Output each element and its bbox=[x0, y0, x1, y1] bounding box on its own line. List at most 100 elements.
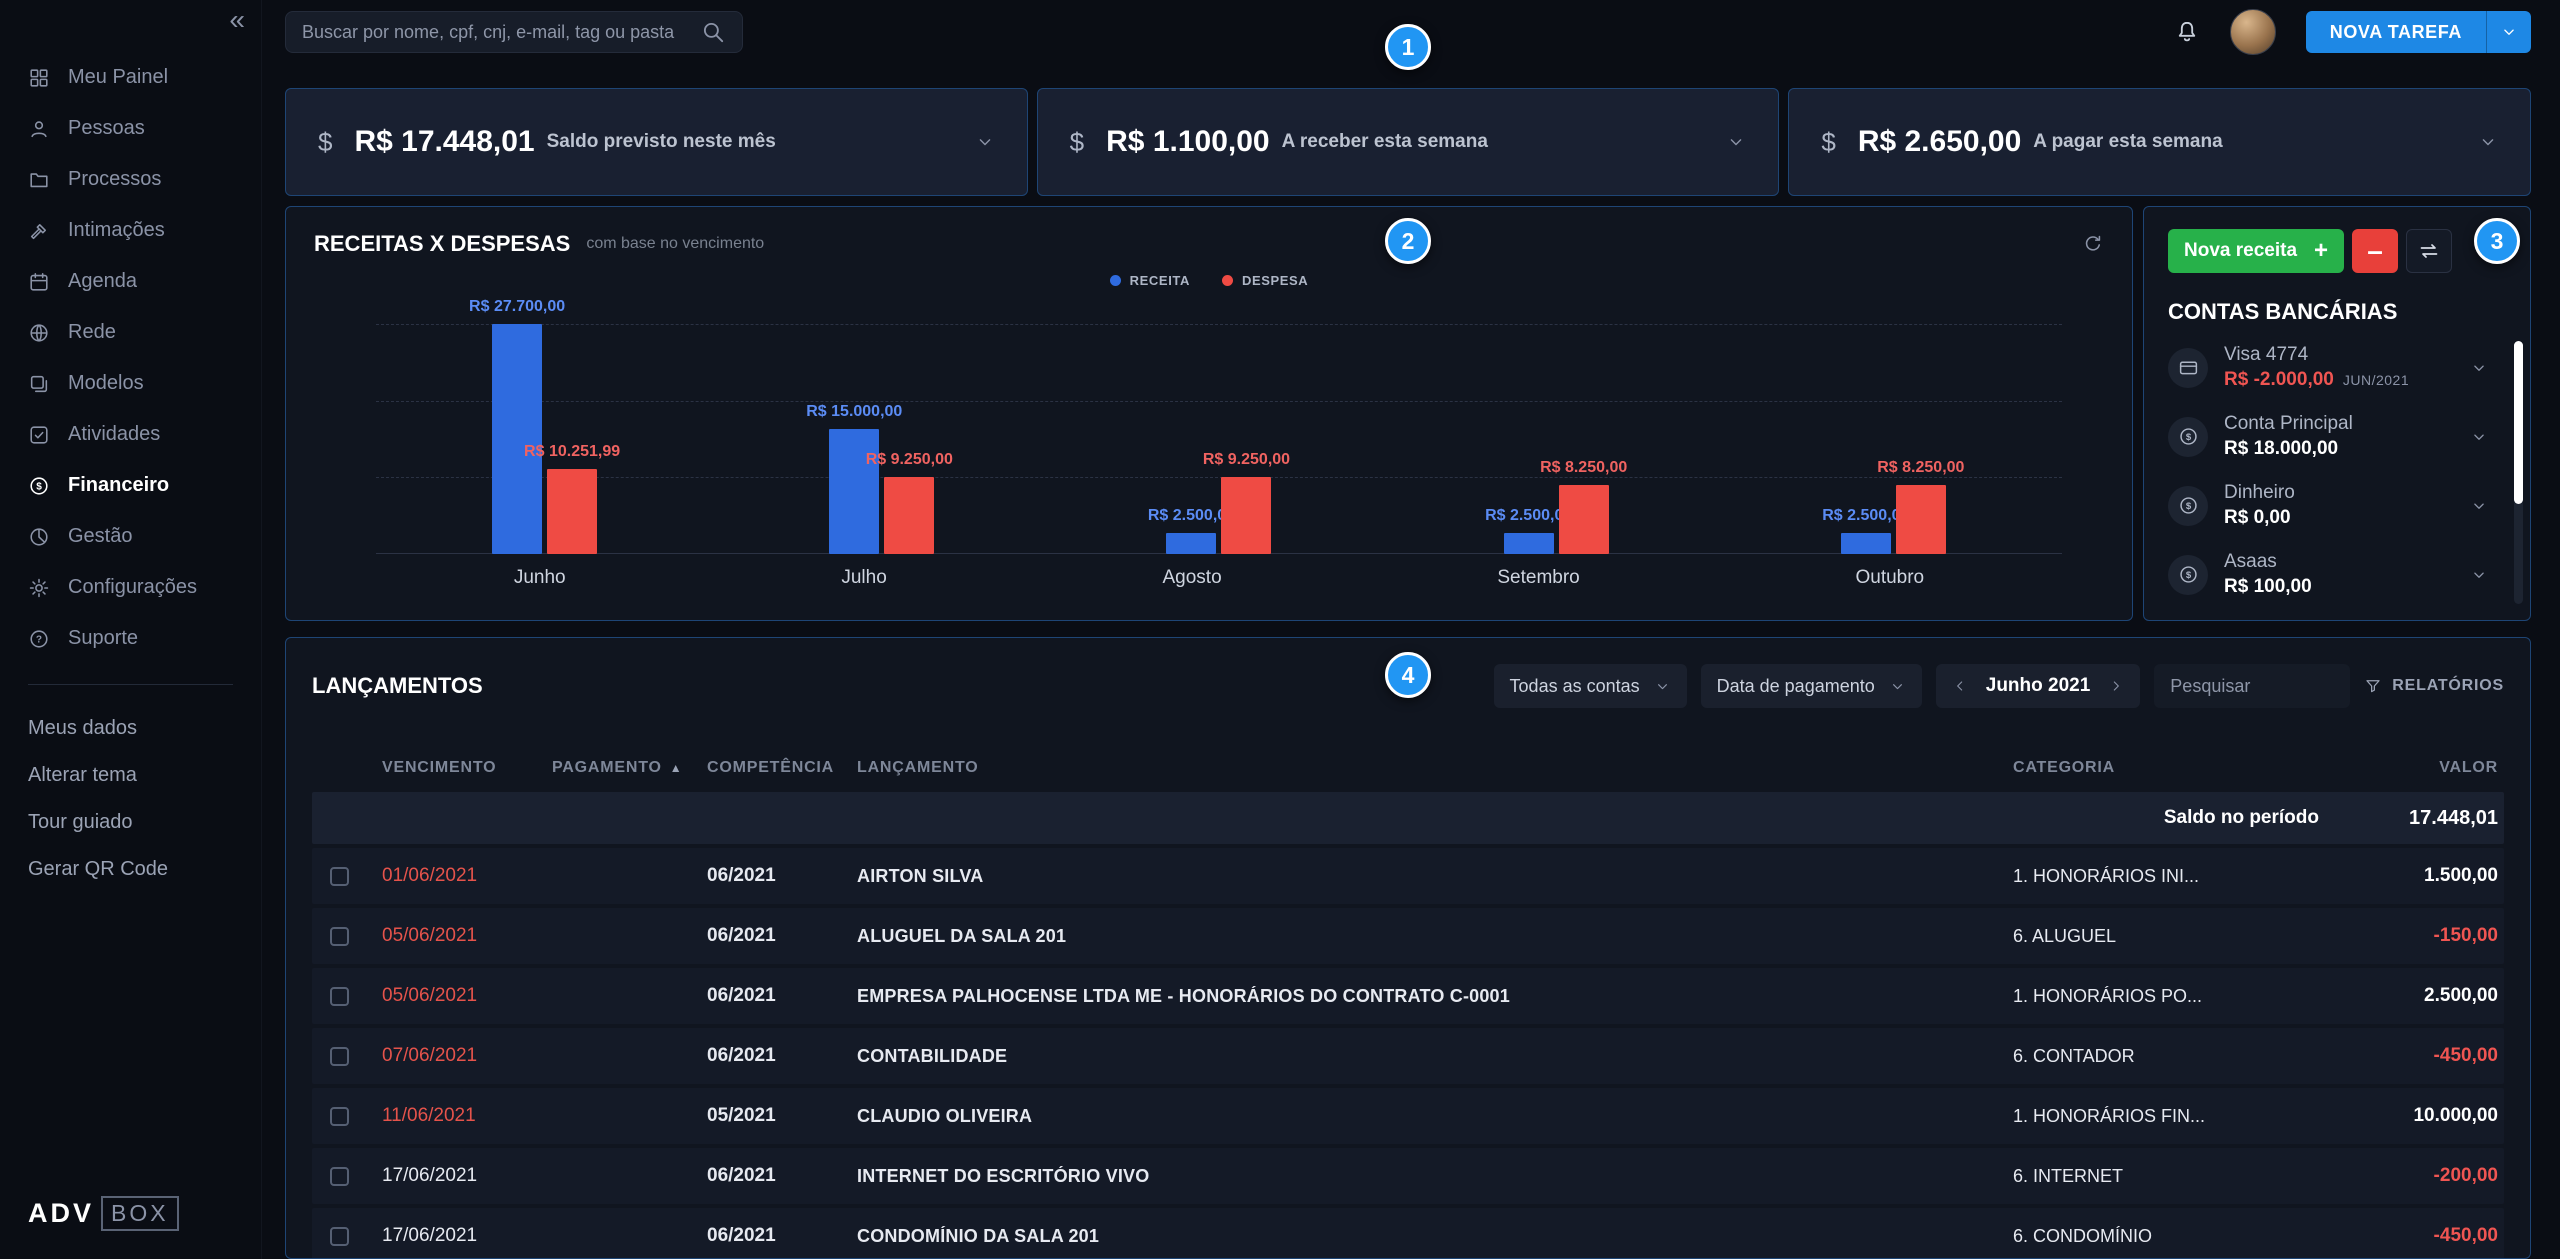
row-checkbox[interactable] bbox=[330, 867, 349, 886]
sidebar-item-gestao[interactable]: Gestão bbox=[0, 511, 261, 562]
receita-bar[interactable]: R$ 2.500,00 bbox=[1841, 533, 1891, 554]
prev-month-button[interactable] bbox=[1952, 678, 1968, 694]
sidebar-item-label: Financeiro bbox=[68, 474, 169, 497]
chevleft-icon bbox=[1952, 678, 1968, 694]
despesa-bar[interactable]: R$ 8.250,00 bbox=[1559, 485, 1609, 554]
account-row-1[interactable]: $ Conta Principal R$ 18.000,00 bbox=[2168, 402, 2506, 471]
legend-dot bbox=[1222, 275, 1233, 286]
sidebar-link-alterar-tema[interactable]: Alterar tema bbox=[0, 752, 261, 799]
transaction-row-4[interactable]: 11/06/2021 05/2021 CLAUDIO OLIVEIRA 1. H… bbox=[312, 1088, 2504, 1144]
sidebar-item-suporte[interactable]: ? Suporte bbox=[0, 613, 261, 664]
chevdown-icon bbox=[1654, 678, 1671, 695]
sidebar-item-agenda[interactable]: Agenda bbox=[0, 256, 261, 307]
account-row-2[interactable]: $ Dinheiro R$ 0,00 bbox=[2168, 471, 2506, 540]
receita-bar[interactable]: R$ 2.500,00 bbox=[1504, 533, 1554, 554]
column-header-0[interactable]: VENCIMENTO bbox=[382, 759, 552, 777]
column-header-4[interactable]: CATEGORIA bbox=[2013, 759, 2323, 777]
despesa-bar[interactable]: R$ 9.250,00 bbox=[884, 477, 934, 554]
entry-description: EMPRESA PALHOCENSE LTDA ME - HONORÁRIOS … bbox=[857, 986, 2013, 1007]
user-avatar[interactable] bbox=[2230, 9, 2276, 55]
bank-accounts-card: Nova receita + – CONTAS BANCÁRIAS Visa 4… bbox=[2143, 206, 2531, 621]
new-task-button[interactable]: NOVA TAREFA bbox=[2306, 11, 2531, 53]
account-name: Visa 4774 bbox=[2224, 344, 2454, 366]
sidebar-item-modelos[interactable]: Modelos bbox=[0, 358, 261, 409]
account-info: Asaas R$ 100,00 bbox=[2224, 551, 2454, 598]
row-checkbox[interactable] bbox=[330, 1167, 349, 1186]
due-date: 05/06/2021 bbox=[382, 985, 552, 1007]
sidebar-item-meu-painel[interactable]: Meu Painel bbox=[0, 52, 261, 103]
column-header-1[interactable]: PAGAMENTO▲ bbox=[552, 759, 707, 777]
despesa-bar[interactable]: R$ 10.251,99 bbox=[547, 469, 597, 554]
new-income-button[interactable]: Nova receita + bbox=[2168, 229, 2344, 273]
transfer-button[interactable] bbox=[2406, 229, 2452, 273]
transaction-row-1[interactable]: 05/06/2021 06/2021 ALUGUEL DA SALA 201 6… bbox=[312, 908, 2504, 964]
reports-button[interactable]: RELATÓRIOS bbox=[2364, 677, 2504, 695]
transaction-row-0[interactable]: 01/06/2021 06/2021 AIRTON SILVA 1. HONOR… bbox=[312, 848, 2504, 904]
sidebar-link-gerar-qr-code[interactable]: Gerar QR Code bbox=[0, 846, 261, 893]
sidebar-item-rede[interactable]: Rede bbox=[0, 307, 261, 358]
row-checkbox[interactable] bbox=[330, 1227, 349, 1246]
receita-bar[interactable]: R$ 15.000,00 bbox=[829, 429, 879, 554]
new-task-dropdown[interactable] bbox=[2487, 23, 2531, 41]
global-search[interactable] bbox=[285, 11, 743, 53]
notifications-bell[interactable] bbox=[2174, 19, 2200, 45]
sidebar-item-intimacoes[interactable]: Intimações bbox=[0, 205, 261, 256]
chevdown-icon bbox=[2470, 359, 2488, 377]
column-header-5[interactable]: VALOR bbox=[2323, 759, 2498, 777]
despesa-bar[interactable]: R$ 9.250,00 bbox=[1221, 477, 1271, 554]
accounts-filter-value: Todas as contas bbox=[1510, 676, 1640, 697]
transaction-row-3[interactable]: 07/06/2021 06/2021 CONTABILIDADE 6. CONT… bbox=[312, 1028, 2504, 1084]
transactions-header: VENCIMENTO PAGAMENTO▲ COMPETÊNCIA LANÇAM… bbox=[312, 744, 2504, 792]
collapse-sidebar-icon[interactable]: « bbox=[229, 4, 245, 36]
sort-asc-icon: ▲ bbox=[670, 761, 683, 775]
sidebar-item-processos[interactable]: Processos bbox=[0, 154, 261, 205]
account-row-3[interactable]: $ Asaas R$ 100,00 bbox=[2168, 540, 2506, 609]
question-icon: ? bbox=[28, 628, 50, 650]
transaction-row-2[interactable]: 05/06/2021 06/2021 EMPRESA PALHOCENSE LT… bbox=[312, 968, 2504, 1024]
date-filter-select[interactable]: Data de pagamento bbox=[1701, 664, 1922, 708]
sidebar-link-tour-guiado[interactable]: Tour guiado bbox=[0, 799, 261, 846]
legend-despesa[interactable]: DESPESA bbox=[1222, 273, 1308, 288]
summary-card-3[interactable]: $ R$ 2.650,00 A pagar esta semana bbox=[1788, 88, 2531, 196]
revenue-expense-chart-card: RECEITAS X DESPESAS com base no vencimen… bbox=[285, 206, 2133, 621]
dollar-sign-icon: $ bbox=[318, 127, 332, 158]
summary-card-1[interactable]: $ R$ 17.448,01 Saldo previsto neste mês bbox=[285, 88, 1028, 196]
globe-icon bbox=[28, 322, 50, 344]
dollar-icon: $ bbox=[2178, 564, 2199, 585]
row-checkbox[interactable] bbox=[330, 927, 349, 946]
column-header-3[interactable]: LANÇAMENTO bbox=[857, 759, 2013, 777]
transaction-row-6[interactable]: 17/06/2021 06/2021 CONDOMÍNIO DA SALA 20… bbox=[312, 1208, 2504, 1259]
advbox-logo: ADV BOX bbox=[28, 1196, 179, 1231]
row-checkbox[interactable] bbox=[330, 987, 349, 1006]
column-header-2[interactable]: COMPETÊNCIA bbox=[707, 759, 857, 777]
summary-card-2[interactable]: $ R$ 1.100,00 A receber esta semana bbox=[1037, 88, 1780, 196]
despesa-bar[interactable]: R$ 8.250,00 bbox=[1896, 485, 1946, 554]
transaction-row-5[interactable]: 17/06/2021 06/2021 INTERNET DO ESCRITÓRI… bbox=[312, 1148, 2504, 1204]
account-row-0[interactable]: Visa 4774 R$ -2.000,00 JUN/2021 bbox=[2168, 333, 2506, 402]
competence: 05/2021 bbox=[707, 1105, 857, 1127]
receita-bar[interactable]: R$ 2.500,00 bbox=[1166, 533, 1216, 554]
sidebar-item-atividades[interactable]: Atividades bbox=[0, 409, 261, 460]
entry-description: CLAUDIO OLIVEIRA bbox=[857, 1106, 2013, 1127]
row-checkbox[interactable] bbox=[330, 1047, 349, 1066]
legend-receita[interactable]: RECEITA bbox=[1110, 273, 1190, 288]
sidebar-item-financeiro[interactable]: $ Financeiro bbox=[0, 460, 261, 511]
row-checkbox[interactable] bbox=[330, 1107, 349, 1126]
despesa-value-label: R$ 9.250,00 bbox=[866, 451, 953, 469]
sidebar-link-meus-dados[interactable]: Meus dados bbox=[0, 705, 261, 752]
accounts-filter-select[interactable]: Todas as contas bbox=[1494, 664, 1687, 708]
refresh-button[interactable] bbox=[2082, 233, 2104, 255]
receita-bar[interactable]: R$ 27.700,00 bbox=[492, 324, 542, 554]
global-search-input[interactable] bbox=[302, 22, 688, 43]
next-month-button[interactable] bbox=[2108, 678, 2124, 694]
accounts-scrollbar-thumb[interactable] bbox=[2514, 341, 2523, 504]
refresh-icon bbox=[2082, 233, 2104, 255]
sidebar-item-pessoas[interactable]: Pessoas bbox=[0, 103, 261, 154]
new-expense-button[interactable]: – bbox=[2352, 229, 2398, 273]
sidebar-item-configuracoes[interactable]: Configurações bbox=[0, 562, 261, 613]
transactions-search[interactable] bbox=[2154, 664, 2350, 708]
competence: 06/2021 bbox=[707, 1225, 857, 1247]
transactions-search-input[interactable] bbox=[2170, 676, 2334, 697]
account-icon-wrap: $ bbox=[2168, 486, 2208, 526]
checkbox-cell bbox=[318, 1047, 382, 1066]
